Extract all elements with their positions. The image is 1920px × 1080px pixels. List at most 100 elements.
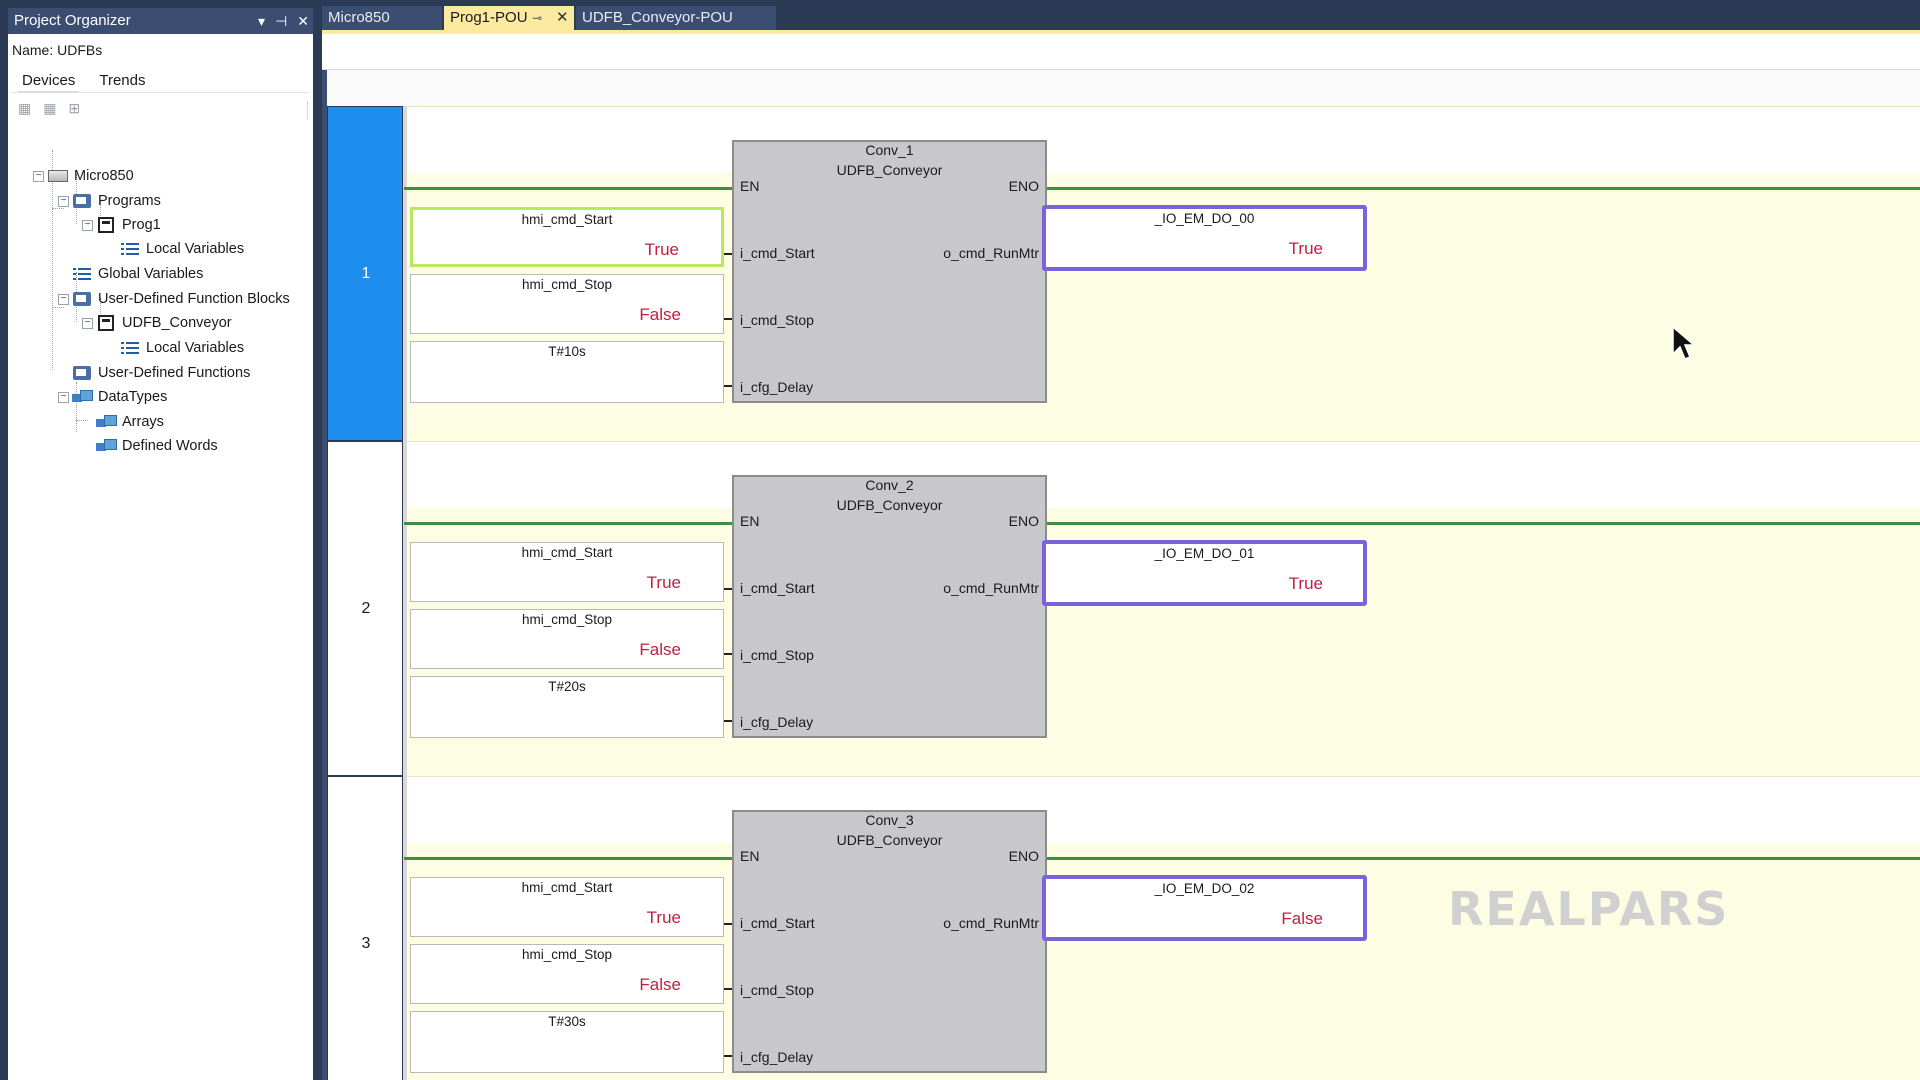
rung-number-2[interactable]: 2 — [327, 441, 403, 776]
rung-number-label: 2 — [361, 599, 371, 617]
collapse-toggle[interactable]: − — [58, 392, 69, 403]
tree-label: DataTypes — [98, 389, 168, 405]
input-variable-box[interactable]: hmi_cmd_Start True — [410, 542, 724, 602]
add-icon[interactable]: ▦ — [18, 100, 31, 117]
fb-type-name: UDFB_Conveyor — [836, 497, 943, 513]
tree-node-micro850[interactable]: Micro850 — [48, 165, 134, 187]
realpars-watermark: REALPARS — [1448, 882, 1730, 936]
organizer-body: Name: UDFBs Devices Trends ▦ ▦ ⊞ − Micro… — [8, 34, 313, 1080]
input-variable-box[interactable]: hmi_cmd_Stop False — [410, 609, 724, 669]
pin-i-cfg-delay: i_cfg_Delay — [740, 1049, 814, 1065]
tab-prog1-pou[interactable]: Prog1-POU ⊸ ✕ — [444, 6, 574, 30]
tree-node-udfb-local-variables[interactable]: Local Variables — [120, 337, 244, 359]
tree-node-prog1[interactable]: Prog1 — [96, 214, 161, 236]
rung-spacer — [407, 441, 1920, 508]
datatype-words-icon — [96, 437, 117, 455]
close-icon[interactable]: ✕ — [297, 8, 309, 34]
variable-value: False — [639, 975, 681, 994]
program-icon — [96, 216, 116, 234]
tree-label: Programs — [98, 193, 161, 209]
tree-node-datatypes[interactable]: DataTypes — [72, 386, 167, 408]
function-block-icon — [96, 314, 116, 332]
en-wire — [404, 857, 732, 860]
variable-name: _IO_EM_DO_01 — [1154, 546, 1255, 561]
tab-label: UDFB_Conveyor-POU — [582, 9, 733, 26]
dropdown-icon[interactable]: ▾ — [258, 8, 265, 34]
organizer-title: Project Organizer — [14, 12, 131, 29]
variable-value: True — [1288, 239, 1323, 258]
tab-label: Micro850 — [328, 9, 390, 26]
remove-icon[interactable]: ▦ — [43, 100, 56, 117]
name-label: Name: — [12, 42, 54, 58]
fb-type-name: UDFB_Conveyor — [836, 832, 943, 848]
tab-trends[interactable]: Trends — [95, 70, 149, 92]
tree-node-global-variables[interactable]: Global Variables — [72, 263, 203, 285]
input-variable-box[interactable]: T#30s — [410, 1011, 724, 1073]
tab-devices[interactable]: Devices — [18, 70, 80, 92]
tree-view-icon[interactable]: ⊞ — [68, 100, 80, 117]
datatypes-icon — [72, 388, 93, 406]
organizer-title-bar: Project Organizer ▾ ⊣ ✕ — [8, 8, 313, 34]
input-variable-box[interactable]: T#10s — [410, 341, 724, 403]
input-variable-box[interactable]: hmi_cmd_Stop False — [410, 944, 724, 1004]
output-variable-box[interactable]: _IO_EM_DO_01 True — [1042, 540, 1367, 606]
tree-node-user-defined-function-blocks[interactable]: User-Defined Function Blocks — [72, 288, 290, 310]
tree-node-udfb-conveyor[interactable]: UDFB_Conveyor — [96, 312, 232, 334]
scrollbar[interactable] — [307, 102, 311, 120]
pin-o-cmd-runmtr: o_cmd_RunMtr — [943, 915, 1039, 931]
tree-node-programs[interactable]: Programs — [72, 190, 161, 212]
function-block[interactable]: Conv_1 UDFB_Conveyor EN ENO i_cmd_Start i_cmd… — [732, 140, 1047, 403]
collapse-toggle[interactable]: − — [82, 220, 93, 231]
output-variable-box[interactable]: _IO_EM_DO_02 False — [1042, 875, 1367, 941]
tree-label: Micro850 — [74, 168, 134, 184]
datatype-arrays-icon — [96, 413, 117, 431]
tree-node-defined-words[interactable]: Defined Words — [96, 435, 218, 457]
fb-instance-name: Conv_3 — [865, 812, 914, 828]
variable-name: hmi_cmd_Stop — [521, 612, 613, 627]
tree-label: User-Defined Function Blocks — [98, 291, 290, 307]
controller-icon — [48, 167, 68, 185]
input-variable-box[interactable]: hmi_cmd_Start True — [410, 877, 724, 937]
pin-en: EN — [740, 513, 760, 529]
variable-value: False — [1281, 909, 1323, 928]
eno-wire — [1047, 522, 1920, 525]
output-variable-box[interactable]: _IO_EM_DO_00 True — [1042, 205, 1367, 271]
rung-number-label: 1 — [361, 264, 371, 282]
divider — [12, 92, 309, 93]
function-block[interactable]: Conv_3 UDFB_Conveyor EN ENO i_cmd_Start i_cmd… — [732, 810, 1047, 1073]
mouse-cursor-icon — [1672, 326, 1696, 360]
tree-node-user-defined-functions[interactable]: User-Defined Functions — [72, 362, 250, 384]
variable-name: _IO_EM_DO_00 — [1154, 211, 1255, 226]
pin-o-cmd-runmtr: o_cmd_RunMtr — [943, 245, 1039, 261]
collapse-toggle[interactable]: − — [33, 171, 44, 182]
collapse-toggle[interactable]: − — [58, 196, 69, 207]
variable-value: True — [646, 573, 681, 592]
variable-name: T#30s — [548, 1014, 586, 1029]
collapse-toggle[interactable]: − — [82, 318, 93, 329]
variable-value: False — [639, 640, 681, 659]
tree-label: User-Defined Functions — [98, 365, 251, 381]
pin-icon[interactable]: ⊸ — [532, 6, 542, 30]
variable-name: hmi_cmd_Start — [521, 212, 613, 227]
pin-en: EN — [740, 848, 760, 864]
close-icon[interactable]: ✕ — [556, 6, 569, 30]
input-variable-box[interactable]: hmi_cmd_Start True — [410, 207, 724, 267]
variable-name: hmi_cmd_Start — [521, 545, 613, 560]
tab-micro850[interactable]: Micro850 — [322, 6, 442, 30]
document-tabs: Micro850 Prog1-POU ⊸ ✕ UDFB_Conveyor-POU — [322, 6, 1920, 30]
collapse-toggle[interactable]: − — [58, 294, 69, 305]
input-variable-box[interactable]: T#20s — [410, 676, 724, 738]
rung-number-1[interactable]: 1 — [327, 106, 403, 441]
pin-icon[interactable]: ⊣ — [275, 8, 287, 34]
pin-i-cmd-start: i_cmd_Start — [740, 915, 815, 931]
function-block[interactable]: Conv_2 UDFB_Conveyor EN ENO i_cmd_Start i_cmd… — [732, 475, 1047, 738]
input-variable-box[interactable]: hmi_cmd_Stop False — [410, 274, 724, 334]
rung-number-3[interactable]: 3 — [327, 776, 403, 1080]
fb-type-name: UDFB_Conveyor — [836, 162, 943, 178]
tree-node-arrays[interactable]: Arrays — [96, 411, 164, 433]
en-wire — [404, 187, 732, 190]
function-blocks-folder-icon — [72, 290, 92, 308]
tree-node-prog1-local-variables[interactable]: Local Variables — [120, 238, 244, 260]
pin-i-cfg-delay: i_cfg_Delay — [740, 714, 814, 730]
tab-udfb-conveyor-pou[interactable]: UDFB_Conveyor-POU — [576, 6, 776, 30]
